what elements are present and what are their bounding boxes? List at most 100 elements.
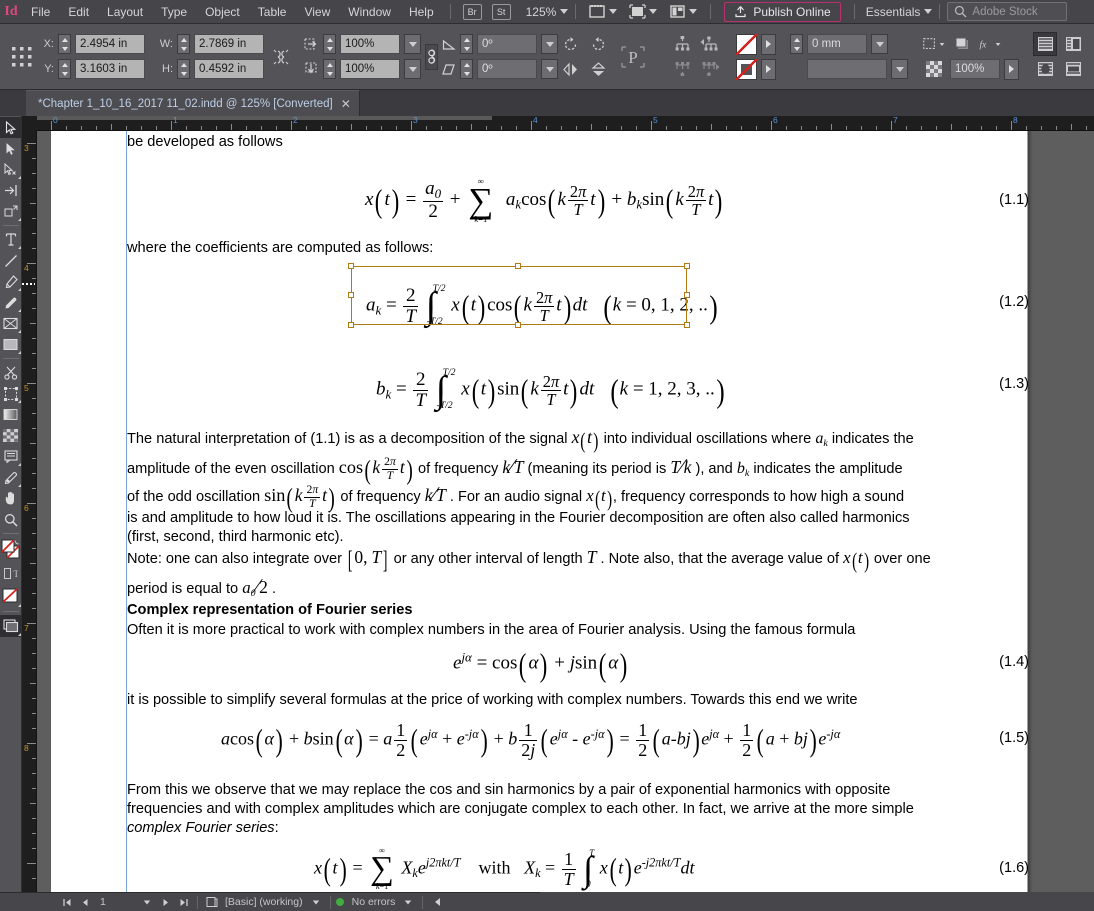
horizontal-scrollbar[interactable] [540, 892, 1094, 911]
wrap-object-shape-icon[interactable] [1033, 57, 1057, 81]
wrap-none-icon[interactable] [1033, 32, 1057, 56]
next-page-icon[interactable] [156, 894, 174, 911]
menu-table[interactable]: Table [249, 0, 296, 24]
constrain-scale-link-button[interactable] [425, 43, 438, 70]
menu-edit[interactable]: Edit [59, 0, 98, 24]
scissors-tool[interactable] [0, 362, 22, 383]
menu-view[interactable]: View [295, 0, 339, 24]
view-options-button[interactable] [583, 4, 623, 19]
zoom-level-value[interactable]: 125% [516, 5, 561, 19]
arrange-documents-button[interactable] [663, 4, 703, 19]
select-content-icon[interactable] [670, 57, 694, 81]
shear-field[interactable]: 0º [477, 59, 537, 79]
color-theme-tool[interactable] [0, 467, 22, 488]
note-tool[interactable] [0, 446, 22, 467]
preflight-chevron-down-icon[interactable] [399, 894, 417, 911]
select-container-icon[interactable] [670, 32, 694, 56]
zoom-chevron-down-icon[interactable] [560, 9, 569, 14]
scale-y-stepper[interactable] [323, 59, 336, 79]
menu-type[interactable]: Type [152, 0, 196, 24]
vertical-ruler[interactable]: 3 4 5 6 7 8 [22, 131, 37, 896]
stroke-type-field[interactable] [807, 59, 887, 79]
h-field[interactable]: 0.4592 in [194, 59, 264, 79]
rectangle-frame-tool[interactable] [0, 313, 22, 334]
scale-y-dropdown[interactable] [404, 59, 421, 79]
menu-file[interactable]: File [22, 0, 59, 24]
type-tool[interactable] [0, 229, 22, 250]
drop-shadow-icon[interactable] [950, 32, 974, 56]
container-formatting-p-icon[interactable]: P [618, 42, 648, 72]
w-field[interactable]: 2.7869 in [194, 34, 264, 54]
content-collector-tool[interactable] [0, 201, 22, 222]
opacity-flyout-button[interactable] [1004, 58, 1019, 80]
stroke-weight-field[interactable]: 0 mm [807, 34, 867, 54]
reference-point-proxy[interactable] [10, 44, 34, 70]
fill-swatch-menu-button[interactable] [761, 33, 776, 55]
stroke-swatch-menu-button[interactable] [761, 58, 776, 80]
bridge-button[interactable]: Br [462, 3, 482, 20]
first-page-icon[interactable] [58, 894, 76, 911]
document-tab[interactable]: *Chapter 1_10_16_2017 11_02.indd @ 125% … [26, 90, 360, 116]
master-page-label[interactable]: [Basic] (working) [221, 896, 307, 908]
scale-x-field[interactable]: 100% [340, 34, 400, 54]
adobe-stock-search[interactable]: Adobe Stock [947, 2, 1068, 21]
page-number-field[interactable]: 1 [94, 894, 138, 910]
opacity-field[interactable]: 100% [950, 59, 1000, 79]
horizontal-ruler[interactable]: 012345678 [22, 116, 1094, 131]
select-previous-object-icon[interactable] [698, 32, 722, 56]
master-page-icon[interactable] [203, 894, 221, 911]
menu-object[interactable]: Object [196, 0, 249, 24]
zoom-tool[interactable] [0, 509, 22, 530]
h-stepper[interactable] [177, 59, 190, 79]
gradient-swatch-tool[interactable] [0, 404, 22, 425]
master-page-chevron-down-icon[interactable] [307, 894, 325, 911]
close-icon[interactable]: ✕ [341, 98, 351, 110]
document-canvas[interactable]: A function or signal x(t) is called peri… [37, 131, 1094, 896]
transparency-icon[interactable] [922, 57, 946, 81]
y-stepper[interactable] [58, 59, 71, 79]
preflight-status-label[interactable]: No errors [348, 896, 400, 908]
flip-horizontal-icon[interactable] [558, 57, 582, 81]
x-stepper[interactable] [58, 34, 71, 54]
gap-tool[interactable] [0, 180, 22, 201]
ruler-origin-corner[interactable] [22, 116, 37, 131]
rotation-dropdown[interactable] [541, 34, 558, 54]
workspace-switcher-label[interactable]: Essentials [862, 5, 925, 19]
workspace-chevron-down-icon[interactable] [924, 9, 933, 14]
rotate-90-ccw-icon[interactable] [586, 32, 610, 56]
scale-x-dropdown[interactable] [404, 34, 421, 54]
y-field[interactable]: 3.1603 in [75, 59, 145, 79]
equation-1-4[interactable]: ejα = cos(α) + jsin(α) [453, 649, 629, 683]
select-next-object-icon[interactable] [698, 57, 722, 81]
wrap-jump-object-icon[interactable] [1061, 57, 1085, 81]
page-number-chevron-down-icon[interactable] [138, 894, 156, 911]
screen-mode-chevron-down-icon[interactable] [649, 9, 658, 14]
x-field[interactable]: 2.4954 in [75, 34, 145, 54]
publish-online-button[interactable]: Publish Online [724, 1, 841, 22]
apply-color-icon[interactable] [0, 584, 22, 608]
last-page-icon[interactable] [174, 894, 192, 911]
stroke-type-dropdown[interactable] [891, 59, 908, 79]
line-tool[interactable] [0, 250, 22, 271]
scroll-left-icon[interactable] [428, 894, 446, 911]
equation-1-6[interactable]: x(t) = ∞ ∑ k=1 Xkej2πkt/T with Xk = 1T T ∫ 0… [314, 846, 694, 891]
formatting-affects-container-icon[interactable]: T [0, 563, 22, 584]
scale-y-field[interactable]: 100% [340, 59, 400, 79]
equation-1-1[interactable]: x(t) = a0 2 + ∞ ∑ k=1 akcos(k 2π Tt) + bksin(… [365, 177, 725, 224]
rectangle-tool[interactable] [0, 334, 22, 355]
menu-layout[interactable]: Layout [98, 0, 152, 24]
flip-vertical-icon[interactable] [586, 57, 610, 81]
stock-button[interactable]: St [491, 3, 511, 20]
menu-window[interactable]: Window [339, 0, 400, 24]
arrange-chevron-down-icon[interactable] [689, 9, 698, 14]
screen-mode-tool[interactable] [0, 615, 22, 637]
rotate-90-cw-icon[interactable] [558, 32, 582, 56]
scale-x-stepper[interactable] [323, 34, 336, 54]
w-stepper[interactable] [177, 34, 190, 54]
direct-selection-tool[interactable] [0, 138, 22, 159]
pencil-tool[interactable] [0, 292, 22, 313]
gradient-feather-tool[interactable] [0, 425, 22, 446]
rotation-field[interactable]: 0º [477, 34, 537, 54]
previous-page-icon[interactable] [76, 894, 94, 911]
view-options-chevron-down-icon[interactable] [609, 9, 618, 14]
